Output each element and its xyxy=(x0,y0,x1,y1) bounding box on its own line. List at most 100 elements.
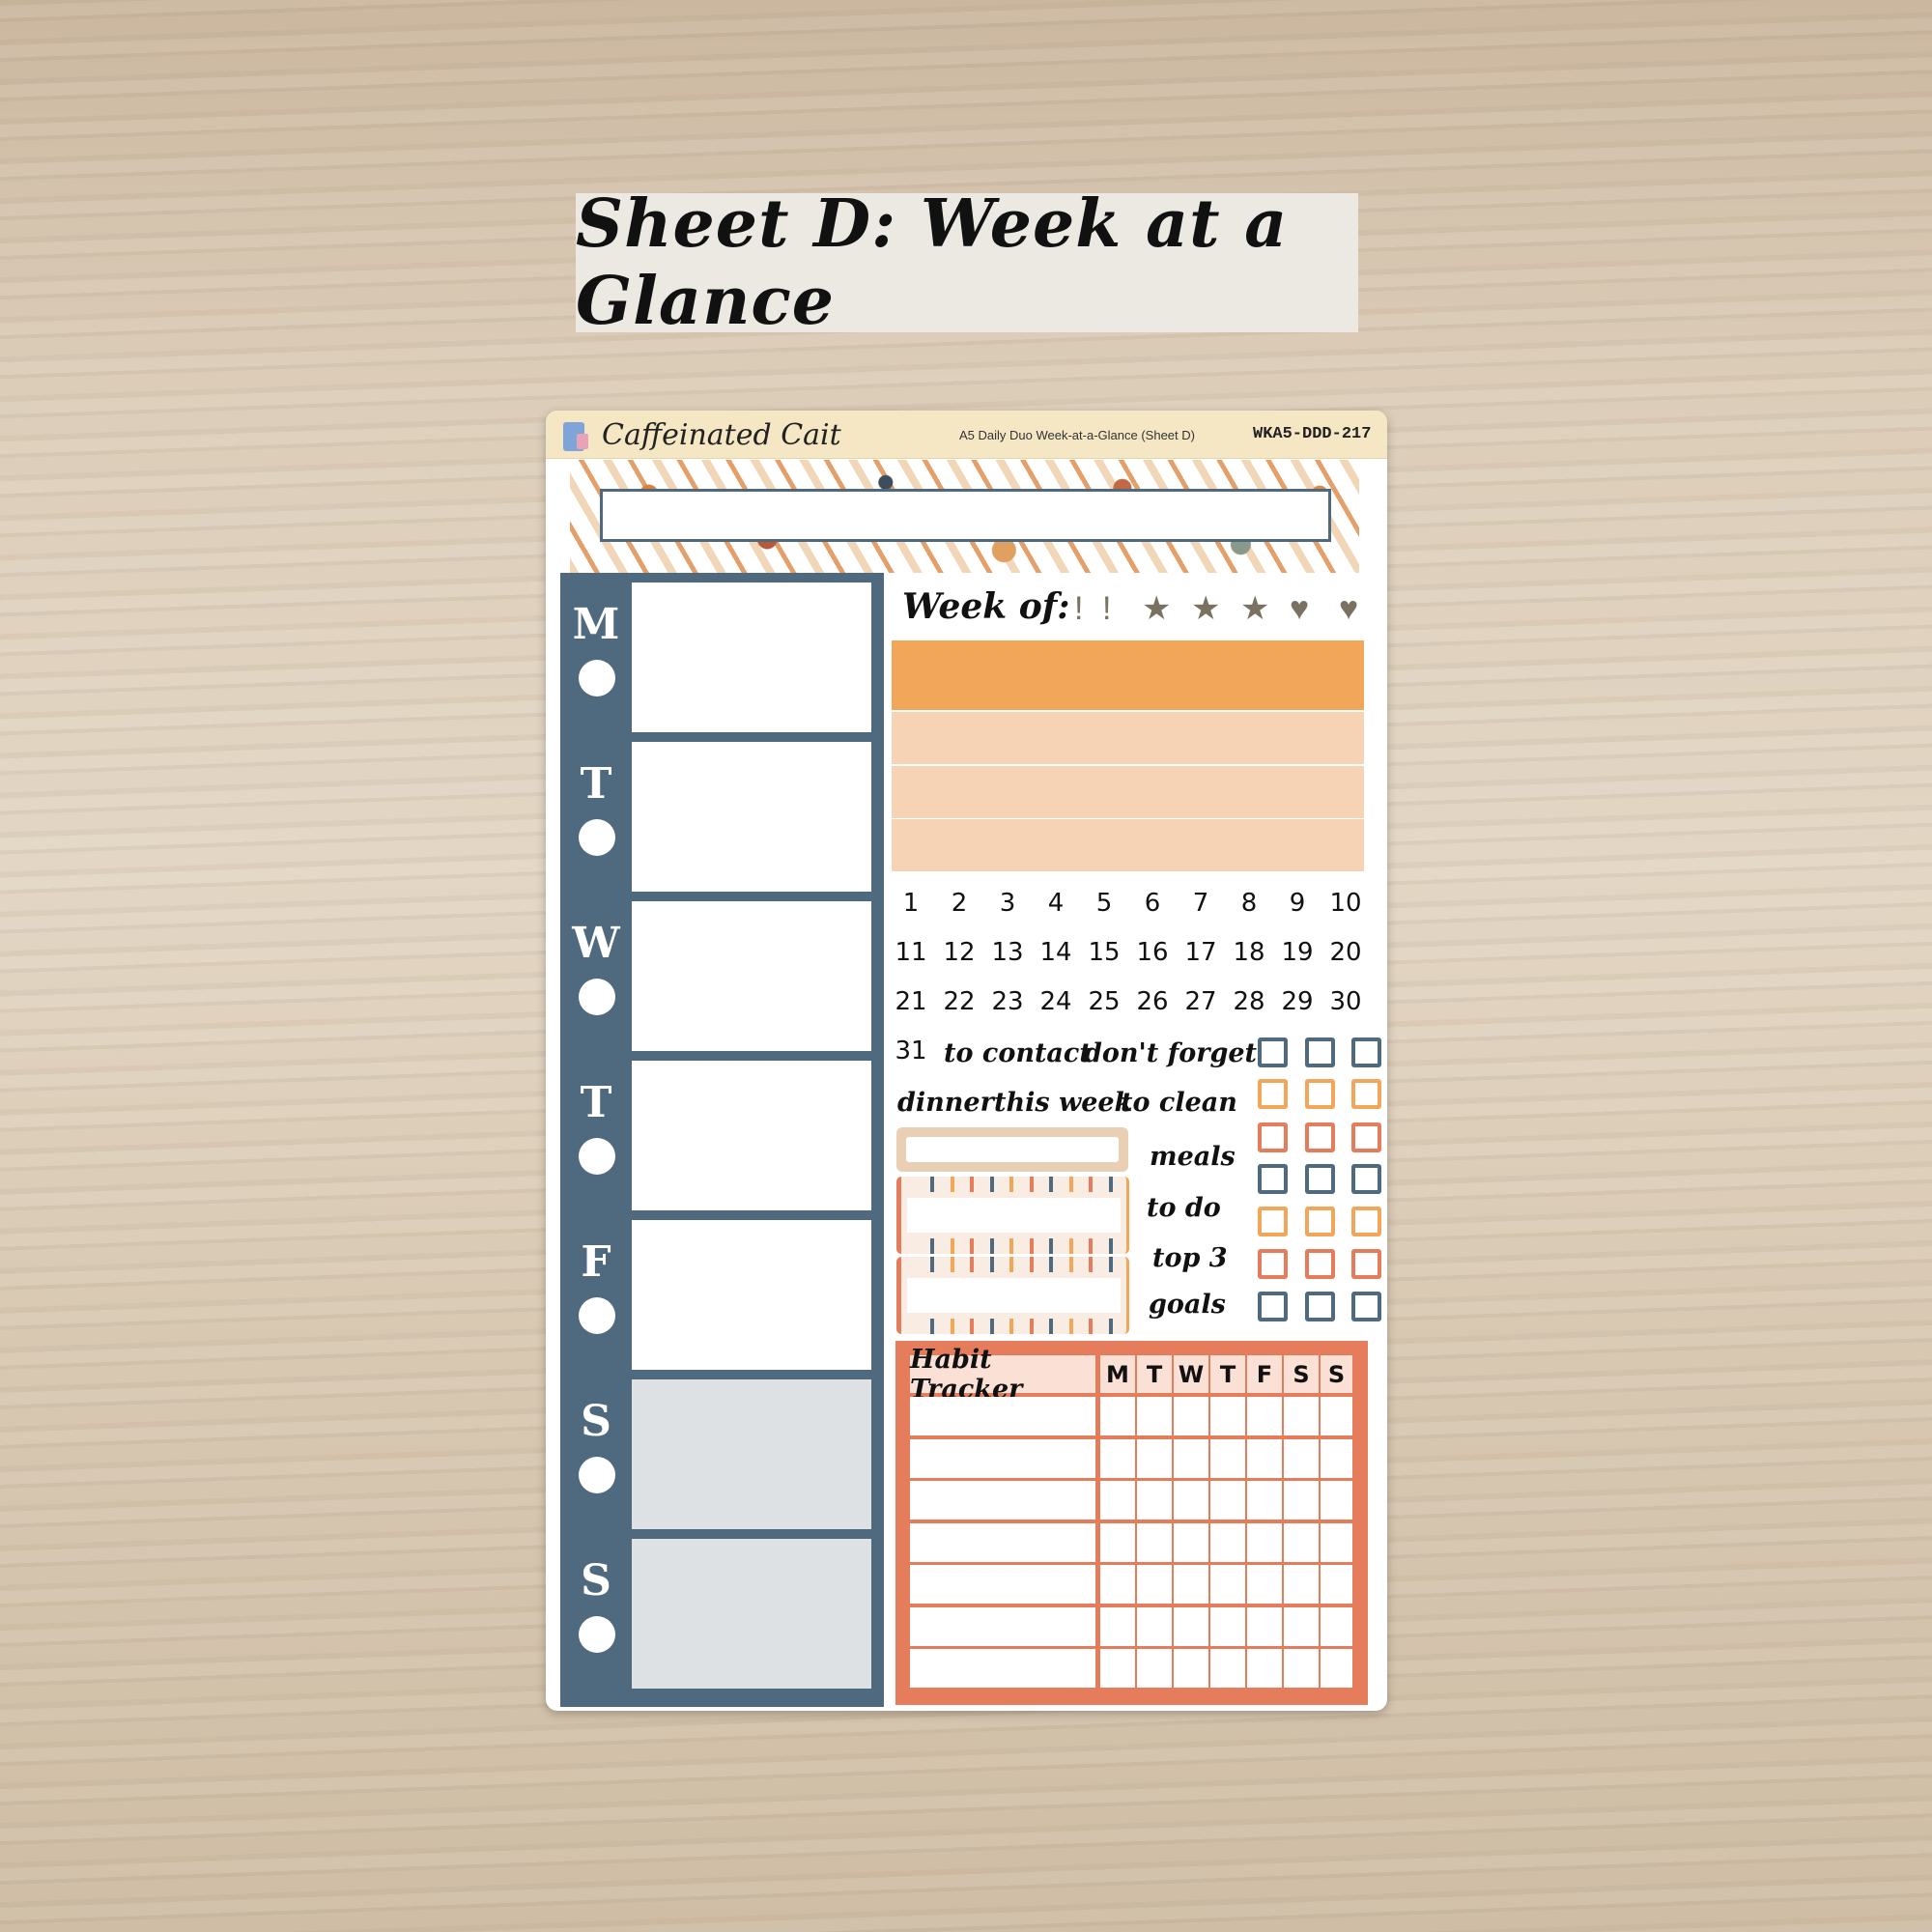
striped-header-sticker xyxy=(896,1257,1129,1334)
habit-cell xyxy=(1174,1522,1208,1562)
checkbox xyxy=(1258,1122,1288,1152)
stripe-tick xyxy=(1089,1177,1093,1192)
day-circle xyxy=(579,1138,615,1175)
checkbox xyxy=(1351,1292,1381,1321)
habit-cell xyxy=(1210,1481,1245,1520)
habit-cell xyxy=(1284,1649,1319,1688)
habit-day-header: S xyxy=(1321,1355,1352,1393)
date-number: 9 xyxy=(1289,889,1306,918)
habit-cell xyxy=(1247,1522,1282,1562)
stripe-tick xyxy=(1108,1319,1113,1334)
product-code: WKA5-DDD-217 xyxy=(1253,425,1372,443)
day-circle xyxy=(579,1616,615,1653)
label-to-do: to do xyxy=(1147,1193,1221,1223)
habit-cell xyxy=(1247,1397,1282,1435)
habit-cell xyxy=(1210,1438,1245,1478)
date-number: 24 xyxy=(1039,987,1072,1016)
date-number: 10 xyxy=(1329,889,1362,918)
label-top3: top 3 xyxy=(1152,1243,1228,1273)
stripe-tick xyxy=(1009,1319,1013,1334)
day-box xyxy=(632,901,871,1051)
habit-cell xyxy=(1321,1522,1352,1562)
date-number: 26 xyxy=(1136,987,1169,1016)
habit-cell xyxy=(1100,1649,1135,1688)
date-number: 21 xyxy=(895,987,927,1016)
habit-cell xyxy=(1284,1438,1319,1478)
date-number: 25 xyxy=(1088,987,1121,1016)
date-number: 22 xyxy=(943,987,976,1016)
habit-cell xyxy=(1137,1397,1172,1435)
checkbox xyxy=(1351,1164,1381,1194)
checkbox xyxy=(1305,1207,1335,1236)
stripe-tick xyxy=(1029,1257,1034,1272)
brand-logo: Caffeinated Cait xyxy=(602,418,841,452)
habit-cell xyxy=(1284,1397,1319,1435)
coffee-cup-icon xyxy=(577,434,588,449)
habit-cell xyxy=(910,1438,1095,1478)
date-number: 17 xyxy=(1184,938,1217,967)
stripe-tick xyxy=(1029,1319,1034,1334)
habit-cell xyxy=(1100,1438,1135,1478)
stripe-tick xyxy=(930,1238,934,1254)
stripe-tick xyxy=(1009,1238,1013,1254)
checkbox xyxy=(1305,1164,1335,1194)
checkbox xyxy=(1305,1037,1335,1067)
stripe-tick xyxy=(950,1319,954,1334)
habit-cell xyxy=(910,1649,1095,1688)
date-number: 5 xyxy=(1095,889,1113,918)
day-letter: M xyxy=(572,600,620,649)
stripe-tick xyxy=(970,1257,974,1272)
date-number: 18 xyxy=(1233,938,1265,967)
checkbox xyxy=(1258,1207,1288,1236)
habit-cell xyxy=(1284,1522,1319,1562)
stripe-tick xyxy=(989,1238,994,1254)
heart-icon: ♥ xyxy=(1290,590,1310,627)
habit-cell xyxy=(1174,1397,1208,1435)
habit-cell xyxy=(1210,1397,1245,1435)
stripe-tick xyxy=(1029,1177,1034,1192)
stripe-tick xyxy=(950,1177,954,1192)
habit-cell xyxy=(1321,1481,1352,1520)
habit-cell xyxy=(1174,1565,1208,1604)
day-letter: F xyxy=(581,1237,611,1287)
stripe-tick xyxy=(1068,1238,1073,1254)
habit-cell xyxy=(1210,1606,1245,1646)
habit-cell xyxy=(910,1522,1095,1562)
habit-cell xyxy=(1284,1481,1319,1520)
stripe-tick xyxy=(930,1319,934,1334)
peach-line-bar xyxy=(892,766,1364,818)
exclamation-icon: ! xyxy=(1074,590,1084,627)
day-circle xyxy=(579,660,615,696)
date-number: 8 xyxy=(1240,889,1258,918)
checkbox xyxy=(1258,1249,1288,1279)
striped-header-sticker xyxy=(896,1177,1129,1254)
stripe-tick xyxy=(1029,1238,1034,1254)
stripe-tick xyxy=(950,1257,954,1272)
habit-cell xyxy=(1247,1606,1282,1646)
habit-cell xyxy=(1137,1481,1172,1520)
habit-day-header: W xyxy=(1174,1355,1208,1393)
habit-cell xyxy=(1321,1397,1352,1435)
product-name: A5 Daily Duo Week-at-a-Glance (Sheet D) xyxy=(959,428,1195,442)
date-number: 30 xyxy=(1329,987,1362,1016)
date-number: 14 xyxy=(1039,938,1072,967)
label-to-clean: to clean xyxy=(1121,1088,1237,1118)
label-goals: goals xyxy=(1149,1290,1226,1320)
header-write-box xyxy=(600,489,1331,542)
checkbox xyxy=(1351,1207,1381,1236)
stripe-tick xyxy=(970,1238,974,1254)
habit-cell xyxy=(1100,1606,1135,1646)
day-circle xyxy=(579,819,615,856)
habit-cell xyxy=(910,1397,1095,1435)
habit-cell xyxy=(1174,1606,1208,1646)
habit-cell xyxy=(1100,1397,1135,1435)
day-box xyxy=(632,1220,871,1370)
habit-cell xyxy=(1247,1649,1282,1688)
day-box xyxy=(632,1379,871,1529)
date-number: 19 xyxy=(1281,938,1314,967)
stripe-tick xyxy=(1089,1257,1093,1272)
day-letter: T xyxy=(580,1078,612,1127)
stripe-tick xyxy=(1049,1238,1053,1254)
day-circle xyxy=(579,1457,615,1493)
habit-cell xyxy=(1247,1565,1282,1604)
